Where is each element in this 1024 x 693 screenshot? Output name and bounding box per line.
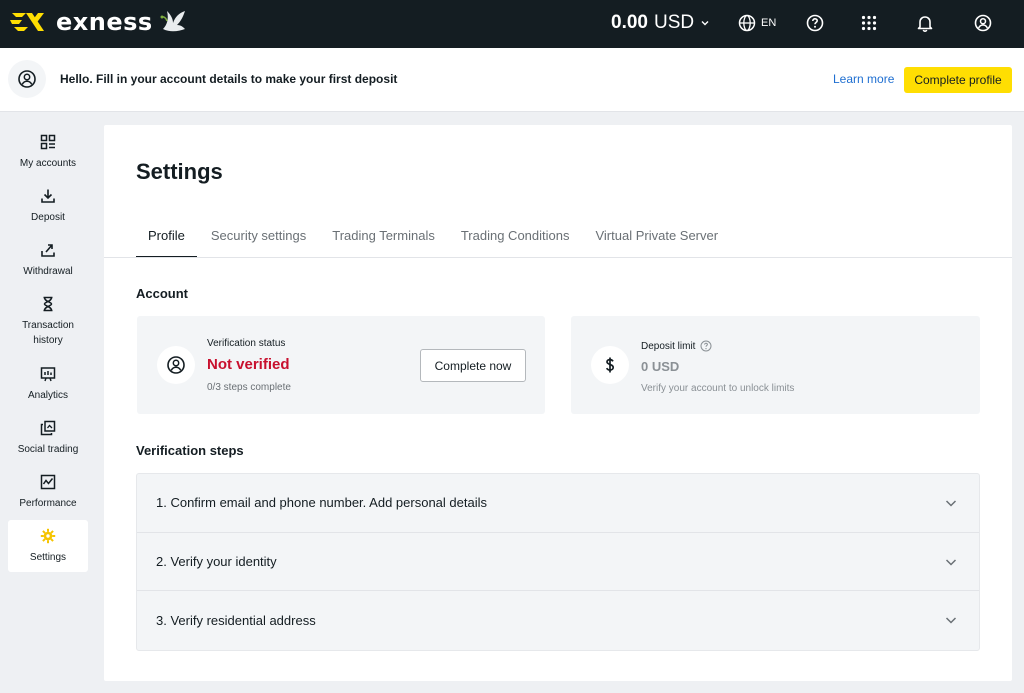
brand-name: exness: [56, 8, 153, 36]
language-code: EN: [761, 17, 777, 29]
sidebar-item-social-trading[interactable]: Social trading: [8, 412, 88, 464]
verification-step-label: 2. Verify your identity: [156, 553, 277, 569]
chevron-down-icon: [945, 617, 957, 624]
profile-button[interactable]: [972, 12, 994, 34]
tab-trading-terminals[interactable]: Trading Terminals: [320, 221, 447, 258]
social-trading-icon: [40, 420, 56, 436]
sidebar-item-label: Transaction history: [22, 320, 74, 346]
sidebar-item-label: Settings: [29, 552, 67, 563]
bell-icon: [917, 16, 933, 32]
settings-panel: Settings Profile Security settings Tradi…: [104, 125, 1012, 681]
user-icon: [18, 70, 36, 88]
profile-notice-bar: Hello. Fill in your account details to m…: [0, 48, 1024, 112]
sidebar-item-label: My accounts: [19, 158, 77, 169]
balance-currency: USD: [653, 12, 695, 33]
verification-status-card: Verification status Not verified 0/3 ste…: [137, 316, 545, 414]
verification-status-value: Not verified: [207, 356, 290, 373]
deposit-limit-label: Deposit limit: [641, 340, 712, 352]
deposit-limit-label-text: Deposit limit: [641, 340, 696, 352]
verification-step-label: 1. Confirm email and phone number. Add p…: [156, 495, 487, 511]
hourglass-icon: [43, 296, 53, 312]
accounts-icon: [40, 134, 56, 150]
exness-logo[interactable]: exness: [8, 4, 191, 40]
verification-steps-title: Verification steps: [136, 443, 244, 458]
verification-step-3[interactable]: 3. Verify residential address: [137, 591, 979, 650]
verification-progress-ring: [157, 346, 195, 384]
sidebar-item-label: Social trading: [17, 444, 79, 455]
sidebar-item-label: Analytics: [27, 390, 68, 401]
notice-message: Hello. Fill in your account details to m…: [60, 72, 398, 86]
sidebar-item-label: Performance: [19, 498, 77, 509]
tab-profile[interactable]: Profile: [136, 221, 197, 258]
apps-grid-icon: [861, 15, 877, 31]
tabs-divider: [104, 257, 1012, 258]
help-icon: [806, 14, 824, 32]
complete-profile-button[interactable]: Complete profile: [904, 67, 1012, 93]
verification-status-label: Verification status: [207, 338, 286, 349]
apps-button[interactable]: [858, 12, 880, 34]
chevron-down-icon: [945, 500, 957, 507]
gear-icon: [40, 528, 56, 544]
balance-amount: 0.00: [611, 12, 648, 33]
chevron-down-icon: [945, 558, 957, 566]
verification-steps-list: 1. Confirm email and phone number. Add p…: [136, 473, 980, 651]
sidebar-item-label: Withdrawal: [23, 266, 73, 277]
help-icon[interactable]: [700, 340, 712, 352]
verification-step-1[interactable]: 1. Confirm email and phone number. Add p…: [137, 474, 979, 533]
dove-icon: [160, 11, 185, 32]
top-bar: exness 0.00 USD EN: [0, 0, 1024, 48]
notice-avatar: [8, 60, 46, 98]
deposit-limit-hint: Verify your account to unlock limits: [641, 383, 795, 394]
notifications-button[interactable]: [914, 12, 936, 34]
dollar-icon: [605, 357, 615, 373]
learn-more-link[interactable]: Learn more: [833, 72, 894, 86]
user-icon: [974, 14, 992, 32]
exness-logo-mark-icon: [10, 13, 44, 31]
sidebar-item-transaction-history[interactable]: Transaction history: [8, 288, 88, 356]
tab-trading-conditions[interactable]: Trading Conditions: [449, 221, 582, 258]
sidebar-item-performance[interactable]: Performance: [8, 466, 88, 518]
sidebar-item-settings[interactable]: Settings: [8, 520, 88, 572]
sidebar-item-label: Deposit: [31, 212, 65, 223]
complete-now-button[interactable]: Complete now: [420, 349, 526, 382]
sidebar-item-deposit[interactable]: Deposit: [8, 180, 88, 232]
analytics-icon: [40, 367, 56, 382]
globe-icon: [738, 14, 756, 32]
page-title: Settings: [136, 159, 223, 184]
language-selector[interactable]: EN: [738, 12, 776, 34]
help-button[interactable]: [804, 12, 826, 34]
user-icon: [167, 356, 185, 374]
verification-step-label: 3. Verify residential address: [156, 612, 316, 628]
tab-virtual-private-server[interactable]: Virtual Private Server: [583, 221, 730, 258]
sidebar-item-my-accounts[interactable]: My accounts: [8, 126, 88, 178]
sidebar-item-withdrawal[interactable]: Withdrawal: [8, 234, 88, 286]
dollar-badge: [591, 346, 629, 384]
withdrawal-icon: [41, 244, 55, 257]
chevron-down-icon: [701, 21, 709, 26]
sidebar-item-analytics[interactable]: Analytics: [8, 358, 88, 410]
verification-steps-count: 0/3 steps complete: [207, 382, 291, 393]
performance-icon: [40, 474, 56, 490]
deposit-limit-card: Deposit limit 0 USD Verify your account …: [571, 316, 980, 414]
balance-dropdown[interactable]: 0.00 USD: [611, 10, 710, 36]
account-section-title: Account: [136, 286, 188, 301]
deposit-icon: [41, 189, 55, 203]
verification-step-2[interactable]: 2. Verify your identity: [137, 533, 979, 591]
tab-security-settings[interactable]: Security settings: [199, 221, 318, 258]
settings-tabs: Profile Security settings Trading Termin…: [136, 221, 732, 258]
deposit-limit-value: 0 USD: [641, 359, 680, 374]
